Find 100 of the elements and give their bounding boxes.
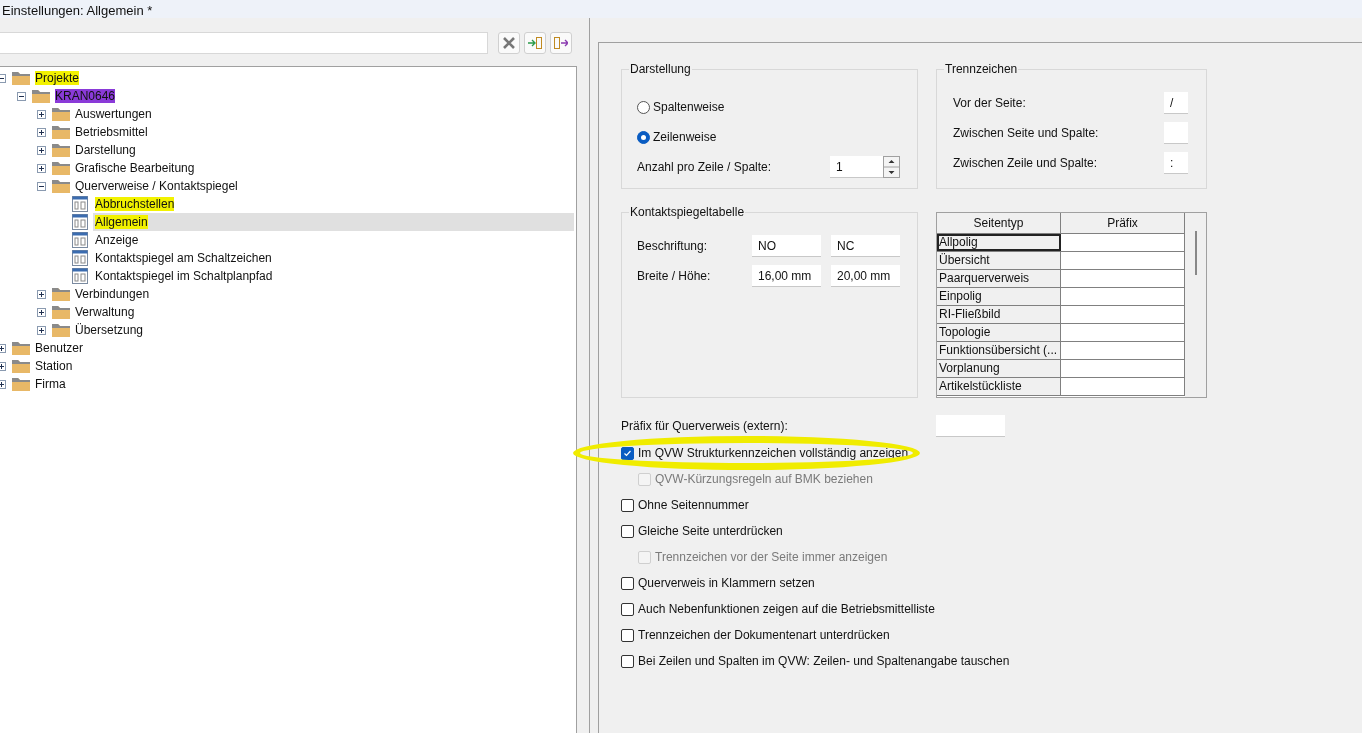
checkbox[interactable] [621, 446, 634, 460]
expand-icon[interactable] [37, 325, 46, 335]
expand-icon[interactable] [0, 343, 6, 353]
table-cell[interactable]: RI-Fließbild [937, 306, 1061, 323]
table-cell[interactable]: Topologie [937, 324, 1061, 341]
table-cell[interactable]: Vorplanung [937, 360, 1061, 377]
tree-item[interactable]: Benutzer [33, 339, 88, 357]
field-label: Zwischen Seite und Spalte: [953, 125, 1099, 142]
field-label: Anzahl pro Zeile / Spalte: [637, 159, 773, 176]
collapse-icon[interactable] [37, 181, 46, 191]
tree-item[interactable]: Auswertungen [73, 105, 156, 123]
table-cell[interactable]: Paarquerverweis [937, 270, 1061, 287]
checkbox[interactable] [621, 524, 634, 538]
table-cell[interactable]: Funktionsübersicht (... [937, 342, 1061, 359]
checkbox[interactable] [621, 498, 634, 512]
tree-item[interactable]: Allgemein [93, 213, 574, 231]
tree-item[interactable]: Querverweise / Kontaktspiegel [73, 177, 242, 195]
expand-icon[interactable] [37, 127, 46, 137]
tree-item[interactable]: Verwaltung [73, 303, 139, 321]
table-cell[interactable]: Einpolig [937, 288, 1061, 305]
column-header[interactable]: Seitentyp [937, 213, 1061, 233]
window-title: Einstellungen: Allgemein * [2, 3, 153, 18]
form-icon [72, 232, 88, 248]
folder-icon [32, 89, 50, 103]
folder-icon [12, 377, 30, 391]
folder-icon [12, 71, 30, 85]
checkbox[interactable] [621, 576, 634, 590]
import-button[interactable] [524, 32, 546, 54]
tree-item[interactable]: Anzeige [93, 231, 143, 249]
collapse-icon[interactable] [0, 73, 6, 83]
folder-icon [52, 305, 70, 319]
folder-icon [52, 107, 70, 121]
search-field[interactable] [0, 32, 488, 54]
tree-item[interactable]: Kontaktspiegel am Schaltzeichen [93, 249, 276, 267]
text-field[interactable]: NO [752, 235, 821, 257]
radio-button[interactable] [637, 130, 650, 144]
checkbox-label: QVW-Kürzungsregeln auf BMK beziehen [655, 471, 873, 488]
table-cell[interactable]: Allpolig [937, 234, 1061, 251]
expand-icon[interactable] [37, 163, 46, 173]
checkbox[interactable] [621, 654, 634, 668]
form-icon [72, 268, 88, 284]
tree-item[interactable]: Betriebsmittel [73, 123, 152, 141]
clear-button[interactable] [498, 32, 520, 54]
tree-item[interactable]: Verbindungen [73, 285, 154, 303]
tree-item[interactable]: Kontaktspiegel im Schaltplanpfad [93, 267, 277, 285]
field-label: Präfix für Querverweis (extern): [621, 418, 788, 435]
separator-field[interactable] [1164, 122, 1188, 144]
separator-field[interactable]: : [1164, 152, 1188, 174]
export-button[interactable] [550, 32, 572, 54]
text-field[interactable]: NC [831, 235, 900, 257]
checkbox-label: Querverweis in Klammern setzen [638, 575, 815, 592]
expand-icon[interactable] [37, 145, 46, 155]
spin-field[interactable]: 1 [830, 156, 900, 178]
group-title: Kontaktspiegeltabelle [629, 204, 746, 220]
checkbox-label: Trennzeichen vor der Seite immer anzeigen [655, 549, 888, 566]
expand-icon[interactable] [37, 289, 46, 299]
checkbox-label: Im QVW Strukturkennzeichen vollständig anzeigen [638, 445, 909, 462]
table-cell[interactable]: Übersicht [937, 252, 1061, 269]
check-icon [623, 448, 632, 458]
checkbox[interactable] [621, 628, 634, 642]
collapse-icon[interactable] [17, 91, 26, 101]
form-icon [72, 196, 88, 212]
form-icon [72, 214, 88, 230]
scrollbar[interactable] [1185, 213, 1206, 397]
group-title: Darstellung [629, 61, 692, 77]
tree-item[interactable]: Darstellung [73, 141, 140, 159]
radio-button[interactable] [637, 100, 650, 114]
field-label: Zwischen Zeile und Spalte: [953, 155, 1098, 172]
field-label: Beschriftung: [637, 238, 709, 255]
folder-icon [52, 287, 70, 301]
export-icon [554, 37, 568, 49]
tree-item[interactable]: Station [33, 357, 77, 375]
tree-item[interactable]: Firma [33, 375, 70, 393]
folder-icon [52, 125, 70, 139]
checkbox-label: Gleiche Seite unterdrücken [638, 523, 783, 540]
tree-item[interactable]: Übersetzung [73, 321, 148, 339]
folder-icon [52, 323, 70, 337]
checkbox-label: Auch Nebenfunktionen zeigen auf die Betriebsmittelliste [638, 601, 935, 618]
radio-label: Spaltenweise [653, 99, 725, 116]
folder-icon [52, 143, 70, 157]
expand-icon[interactable] [0, 361, 6, 371]
checkbox[interactable] [621, 602, 634, 616]
spinner-arrows-icon[interactable] [883, 155, 900, 178]
folder-icon [52, 161, 70, 175]
text-field[interactable]: 20,00 mm [831, 265, 900, 287]
checkbox-label: Ohne Seitennummer [638, 497, 749, 514]
table-cell[interactable]: Artikelstückliste [937, 378, 1061, 395]
folder-icon [12, 341, 30, 355]
tree-item[interactable]: Grafische Bearbeitung [73, 159, 199, 177]
expand-icon[interactable] [0, 379, 6, 389]
form-icon [72, 250, 88, 266]
expand-icon[interactable] [37, 109, 46, 119]
text-field[interactable]: 16,00 mm [752, 265, 821, 287]
separator-field[interactable]: / [1164, 92, 1188, 114]
expand-icon[interactable] [37, 307, 46, 317]
radio-label: Zeilenweise [653, 129, 717, 146]
prefix-field[interactable] [936, 415, 1005, 437]
column-header[interactable]: Präfix [1061, 213, 1185, 233]
close-icon [503, 37, 515, 49]
import-icon [528, 37, 542, 49]
